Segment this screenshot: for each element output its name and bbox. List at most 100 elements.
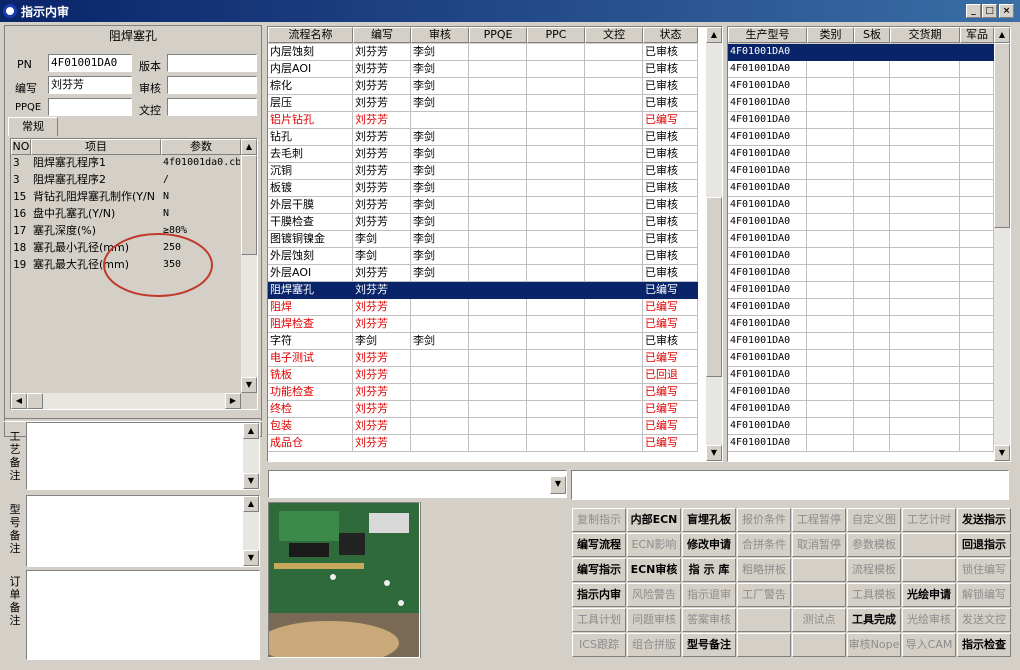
process-row[interactable]: 功能检查 刘芬芳 已编写 <box>268 384 698 401</box>
process-row[interactable]: 铣板 刘芬芳 已回退 <box>268 367 698 384</box>
model-row[interactable]: 4F01001DA0 <box>728 435 994 452</box>
version-field[interactable] <box>167 54 257 72</box>
scroll-left-icon[interactable]: ◀ <box>11 393 27 409</box>
model-row[interactable]: 4F01001DA0 <box>728 418 994 435</box>
order-note-box[interactable] <box>26 570 260 660</box>
combo-box[interactable]: ▼ <box>268 470 567 498</box>
action-button-5-6[interactable]: 导入CAM <box>902 633 956 657</box>
action-button-1-3[interactable]: 合拼条件 <box>737 533 791 557</box>
pn-field[interactable]: 4F01001DA0 <box>48 54 132 72</box>
model-row[interactable]: 4F01001DA0 <box>728 401 994 418</box>
action-button-2-0[interactable]: 编写指示 <box>572 558 626 582</box>
col-header-ppqe[interactable]: PPQE <box>469 27 527 43</box>
model-row[interactable]: 4F01001DA0 <box>728 265 994 282</box>
scroll-up-icon[interactable]: ▲ <box>994 27 1010 43</box>
scroll-down-icon[interactable]: ▼ <box>706 445 722 461</box>
param-hscroll[interactable]: ◀ ▶ <box>11 393 241 409</box>
action-button-5-7[interactable]: 指示检查 <box>957 633 1011 657</box>
col-header-process-name[interactable]: 流程名称 <box>268 27 353 43</box>
minimize-button[interactable]: _ <box>966 4 981 18</box>
param-row[interactable]: 16 盘中孔塞孔(Y/N) N <box>11 206 241 223</box>
action-button-0-1[interactable]: 内部ECN <box>627 508 681 532</box>
action-button-1-0[interactable]: 编写流程 <box>572 533 626 557</box>
action-button-2-2[interactable]: 指 示 库 <box>682 558 736 582</box>
param-header-no[interactable]: NO <box>11 139 31 155</box>
action-button-5-5[interactable]: 审核Nope <box>847 633 901 657</box>
model-row[interactable]: 4F01001DA0 <box>728 282 994 299</box>
col-header-delivery-date[interactable]: 交货期 <box>890 27 960 43</box>
action-button-0-6[interactable]: 工艺计时 <box>902 508 956 532</box>
param-value[interactable]: N <box>161 206 241 223</box>
process-row[interactable]: 层压 刘芬芳 李剑 已审核 <box>268 95 698 112</box>
action-button-5-1[interactable]: 组合拼版 <box>627 633 681 657</box>
model-note-box[interactable]: ▲ ▼ <box>26 495 260 567</box>
scroll-thumb[interactable] <box>994 43 1010 228</box>
model-row[interactable]: 4F01001DA0 <box>728 231 994 248</box>
process-row[interactable]: 板镀 刘芬芳 李剑 已审核 <box>268 180 698 197</box>
col-header-production-model[interactable]: 生产型号 <box>728 27 807 43</box>
col-header-editor[interactable]: 编写 <box>353 27 411 43</box>
tab-general[interactable]: 常规 <box>8 117 58 136</box>
model-row[interactable]: 4F01001DA0 <box>728 146 994 163</box>
scroll-down-icon[interactable]: ▼ <box>241 377 257 393</box>
col-header-s-board[interactable]: S板 <box>854 27 890 43</box>
process-row[interactable]: 干膜检查 刘芬芳 李剑 已审核 <box>268 214 698 231</box>
close-button[interactable]: × <box>999 4 1014 18</box>
col-header-status[interactable]: 状态 <box>643 27 698 43</box>
process-row[interactable]: 外层干膜 刘芬芳 李剑 已审核 <box>268 197 698 214</box>
info-text-field[interactable] <box>571 470 1009 500</box>
action-button-1-7[interactable]: 回退指示 <box>957 533 1011 557</box>
action-button-5-2[interactable]: 型号备注 <box>682 633 736 657</box>
action-button-4-1[interactable]: 问题审核 <box>627 608 681 632</box>
process-row[interactable]: 钻孔 刘芬芳 李剑 已审核 <box>268 129 698 146</box>
hscroll-thumb[interactable] <box>27 393 43 409</box>
param-header-item[interactable]: 项目 <box>31 139 161 155</box>
process-row[interactable]: 成品仓 刘芬芳 已编写 <box>268 435 698 452</box>
process-row[interactable]: 图镀铜镍金 李剑 李剑 已审核 <box>268 231 698 248</box>
model-row[interactable]: 4F01001DA0 <box>728 180 994 197</box>
action-button-2-5[interactable]: 流程模板 <box>847 558 901 582</box>
param-value[interactable]: / <box>161 172 241 189</box>
action-button-3-6[interactable]: 光绘申请 <box>902 583 956 607</box>
action-button-5-0[interactable]: ICS跟踪 <box>572 633 626 657</box>
action-button-3-0[interactable]: 指示内审 <box>572 583 626 607</box>
model-row[interactable]: 4F01001DA0 <box>728 333 994 350</box>
model-row[interactable]: 4F01001DA0 <box>728 78 994 95</box>
doc-control-field[interactable] <box>167 98 257 116</box>
col-header-review[interactable]: 审核 <box>411 27 469 43</box>
action-button-4-4[interactable]: 测试点 <box>792 608 846 632</box>
model-row[interactable]: 4F01001DA0 <box>728 44 994 61</box>
model-row[interactable]: 4F01001DA0 <box>728 248 994 265</box>
param-row[interactable]: 15 背钻孔阻焊塞孔制作(Y/N N <box>11 189 241 206</box>
col-header-doc-control[interactable]: 文控 <box>585 27 643 43</box>
action-button-4-7[interactable]: 发送文控 <box>957 608 1011 632</box>
model-row[interactable]: 4F01001DA0 <box>728 112 994 129</box>
action-button-3-5[interactable]: 工具模板 <box>847 583 901 607</box>
action-button-4-5[interactable]: 工具完成 <box>847 608 901 632</box>
model-row[interactable]: 4F01001DA0 <box>728 95 994 112</box>
model-row[interactable]: 4F01001DA0 <box>728 384 994 401</box>
model-row[interactable]: 4F01001DA0 <box>728 299 994 316</box>
action-button-2-3[interactable]: 粗略拼板 <box>737 558 791 582</box>
action-button-1-5[interactable]: 参数模板 <box>847 533 901 557</box>
model-vscroll[interactable]: ▲ ▼ <box>994 27 1010 461</box>
action-button-3-3[interactable]: 工厂警告 <box>737 583 791 607</box>
model-row[interactable]: 4F01001DA0 <box>728 129 994 146</box>
process-note-box[interactable]: ▲ ▼ <box>26 422 260 490</box>
action-button-0-2[interactable]: 盲埋孔板 <box>682 508 736 532</box>
param-row[interactable]: 3 阻焊塞孔程序2/ <box>11 172 241 189</box>
param-row[interactable]: 3 阻焊塞孔程序1 4f01001da0.cb <box>11 155 241 172</box>
action-button-3-7[interactable]: 解锁编写 <box>957 583 1011 607</box>
action-button-4-6[interactable]: 光绘审核 <box>902 608 956 632</box>
param-value[interactable]: N <box>161 189 241 206</box>
process-row[interactable]: 阻焊检查 刘芬芳 已编写 <box>268 316 698 333</box>
process-row[interactable]: 外层AOI 刘芬芳 李剑 已审核 <box>268 265 698 282</box>
process-row[interactable]: 外层蚀刻 李剑 李剑 已审核 <box>268 248 698 265</box>
action-button-0-4[interactable]: 工程暂停 <box>792 508 846 532</box>
scroll-right-icon[interactable]: ▶ <box>225 393 241 409</box>
action-button-1-4[interactable]: 取消暂停 <box>792 533 846 557</box>
process-row[interactable]: 铝片钻孔 刘芬芳 已编写 <box>268 112 698 129</box>
process-row[interactable]: 棕化 刘芬芳 李剑 已审核 <box>268 78 698 95</box>
scroll-down-icon[interactable]: ▼ <box>994 445 1010 461</box>
process-row[interactable]: 内层AOI 刘芬芳 李剑 已审核 <box>268 61 698 78</box>
